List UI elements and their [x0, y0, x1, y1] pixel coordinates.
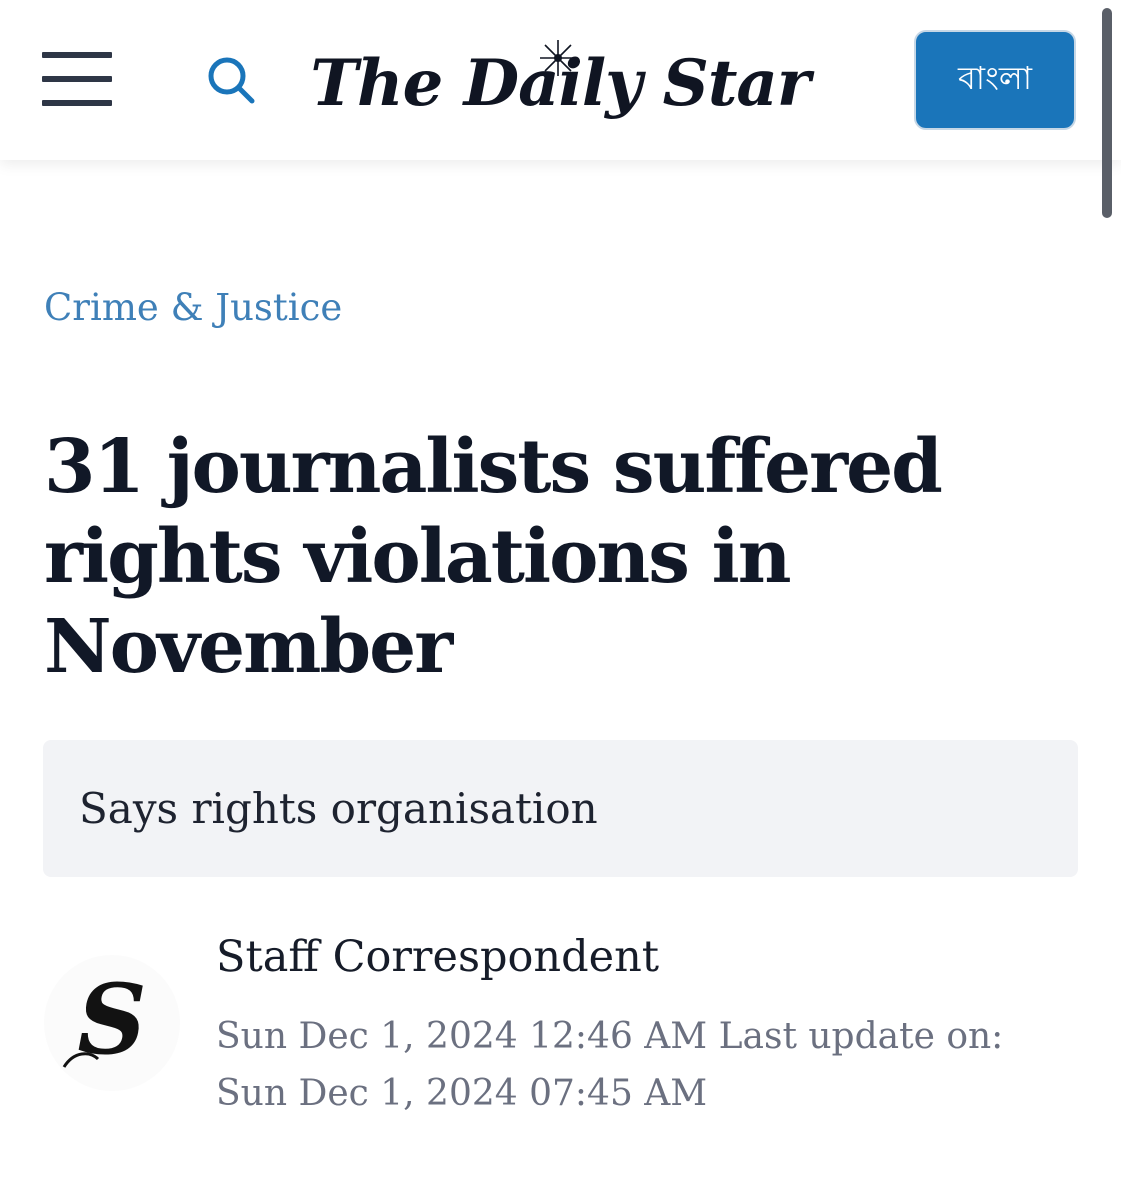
site-logo[interactable]: The Daily Star: [310, 28, 811, 138]
published-time: Sun Dec 1, 2024 12:46 AM: [216, 1016, 708, 1057]
site-header: The Daily Star বাংলা: [0, 0, 1121, 160]
article-subtitle-box: Says rights organisation: [43, 740, 1078, 877]
last-update-label: Last update on:: [718, 1016, 1004, 1057]
search-icon[interactable]: [200, 52, 260, 106]
article-dateline: Sun Dec 1, 2024 12:46 AM Last update on:…: [216, 1008, 1076, 1122]
star-icon: [540, 40, 576, 76]
bangla-language-label: বাংলা: [958, 59, 1032, 97]
article-subtitle: Says rights organisation: [79, 784, 598, 833]
category-link[interactable]: Crime & Justice: [44, 286, 342, 329]
article-headline: 31 journalists suffered rights violation…: [44, 424, 943, 690]
svg-text:S: S: [77, 963, 146, 1076]
hamburger-menu-icon[interactable]: [42, 52, 112, 110]
author-name-link[interactable]: Staff Correspondent: [216, 932, 659, 982]
scrollbar[interactable]: [1102, 8, 1112, 218]
bangla-language-button[interactable]: বাংলা: [914, 30, 1076, 130]
updated-time: Sun Dec 1, 2024 07:45 AM: [216, 1073, 708, 1114]
daily-star-s-logo-icon: S: [44, 955, 180, 1091]
